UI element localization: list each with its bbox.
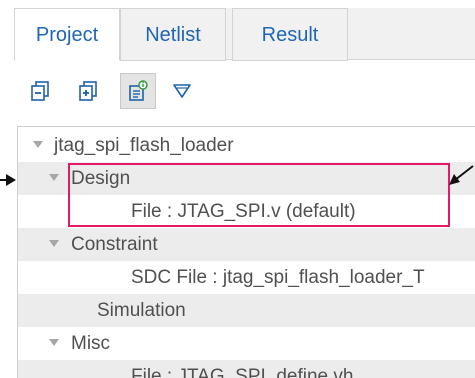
tree-row-misc[interactable]: Misc [18,327,475,360]
chevron-down-icon[interactable] [49,240,59,247]
annotation-arrow-right [449,165,474,185]
project-tree: jtag_spi_flash_loader Design File : JTAG… [17,126,475,378]
tree-row-label: Constraint [71,234,158,255]
expand-all-icon [79,81,97,101]
collapse-all-button[interactable] [22,73,58,109]
tab-netlist[interactable]: Netlist [120,8,226,61]
tree-row-label: SDC File : jtag_spi_flash_loader_T [131,267,425,288]
file-properties-button[interactable] [120,73,156,109]
filter-icon [173,84,191,98]
tab-bar: Project Netlist Result [14,8,475,61]
chevron-down-icon[interactable] [49,174,59,181]
collapse-all-icon [31,81,49,101]
tree-row-label: Design [71,168,131,189]
file-properties-icon [129,80,148,101]
chevron-down-icon[interactable] [33,141,43,148]
tree-row-design[interactable]: Design [18,162,475,195]
tree-row-label: File : JTAG_SPI_define.vh [131,366,354,378]
tree-row-design-file[interactable]: File : JTAG_SPI.v (default) [18,195,475,228]
tree-row-label: Misc [71,333,111,354]
tree-row-sdc-file[interactable]: SDC File : jtag_spi_flash_loader_T [18,261,475,294]
tab-result[interactable]: Result [232,8,348,61]
tree-row-constraint[interactable]: Constraint [18,228,475,261]
toolbar [14,60,475,122]
chevron-down-icon[interactable] [49,339,59,346]
tree-row-label: File : JTAG_SPI.v (default) [131,201,356,222]
tree-row-project[interactable]: jtag_spi_flash_loader [18,129,475,162]
tab-project[interactable]: Project [14,8,120,61]
tree-row-misc-file[interactable]: File : JTAG_SPI_define.vh [18,360,475,378]
tree-row-label: Simulation [97,300,186,321]
tree-row-label: jtag_spi_flash_loader [54,135,234,156]
tree-row-simulation[interactable]: Simulation [18,294,475,327]
filter-button[interactable] [164,73,200,109]
expand-all-button[interactable] [70,73,106,109]
annotation-arrow-left [0,174,16,186]
